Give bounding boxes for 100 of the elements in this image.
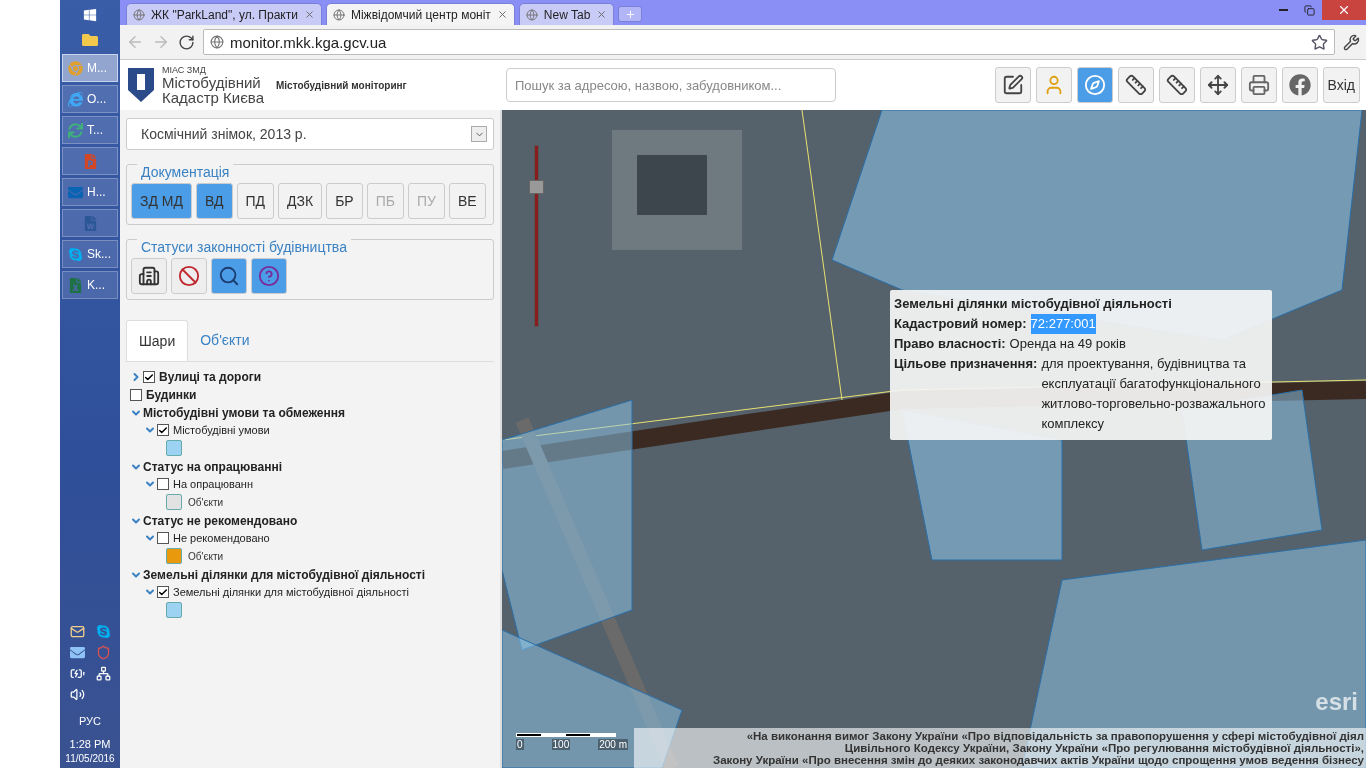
layer-label: Статус не рекомендовано [143, 514, 298, 528]
battery-icon[interactable] [69, 666, 85, 681]
attribution-text: «На виконання вимог Закону України «Про відповідальність за правопорушення у сфері містобудівної діял [746, 730, 1364, 742]
layer-label: Будинки [146, 388, 197, 402]
popup-title: Земельні ділянки містобудівної діяльності [894, 295, 1173, 313]
popup-field-label: Право власності: [894, 335, 1006, 353]
browser-tab[interactable]: ЖК "ParkLand", ул. Практи [126, 3, 322, 25]
envelope-icon[interactable] [69, 624, 85, 639]
folder-icon[interactable] [82, 32, 98, 48]
search-field[interactable]: Пошук за адресою, назвою, забудовником... [506, 68, 836, 102]
page-icon [133, 8, 145, 21]
logo-title: Містобудівний [162, 74, 262, 90]
map-tool-button[interactable] [1158, 67, 1195, 103]
filter-button[interactable]: БР [326, 183, 363, 219]
page-icon [525, 8, 538, 21]
taskbar-app[interactable]: H... [62, 178, 118, 206]
map-tool-button[interactable] [1281, 67, 1318, 103]
star-icon [1311, 33, 1328, 51]
reload-icon[interactable] [178, 33, 195, 51]
checkbox[interactable] [157, 424, 169, 436]
spreadsheet-file-icon [68, 277, 83, 293]
checkbox[interactable] [157, 586, 169, 598]
question-search-icon [258, 265, 280, 287]
layer-label: Статус на опрацюванні [143, 460, 282, 474]
search-icon [218, 265, 240, 287]
map-tool-button[interactable] [1240, 67, 1277, 103]
speaker-icon[interactable] [69, 687, 85, 702]
document-file-icon [82, 215, 98, 231]
print-icon [1247, 74, 1270, 96]
panel-tab[interactable]: Об'єкти [188, 320, 262, 361]
filter-button[interactable]: ВЕ [448, 183, 486, 219]
filter-button[interactable]: ВД [196, 183, 233, 219]
layer-label: Містобудівні умови та обмеження [143, 406, 345, 420]
layer-label: На опрацюванн [173, 478, 253, 490]
windows-logo-icon[interactable] [83, 8, 97, 22]
network-icon[interactable] [95, 666, 111, 681]
page-icon [332, 8, 345, 21]
zoom-slider-track[interactable] [534, 145, 539, 327]
globe-icon [210, 35, 224, 49]
filter-button[interactable]: ЗД МД [131, 183, 192, 219]
scale-label: 100 [551, 739, 571, 750]
checkbox[interactable] [157, 478, 169, 490]
layer-label: Вулиці та дороги [159, 370, 262, 384]
plus-icon [624, 8, 636, 20]
f-logo-icon [1288, 74, 1311, 96]
browser-tab[interactable]: New Tab [518, 3, 615, 25]
popup-field-label: Кадастровий номер: [894, 315, 1027, 333]
scale-bar-icon [516, 732, 616, 738]
s-logo-icon [68, 246, 83, 262]
clock-time: 1:28 PM [69, 738, 111, 750]
status-filter-button[interactable] [211, 258, 247, 294]
map-tool-button[interactable] [1117, 67, 1154, 103]
clock-date: 11/05/2016 [65, 753, 115, 764]
status-filter-button[interactable] [171, 258, 207, 294]
checkbox[interactable] [130, 389, 142, 401]
checkbox[interactable] [157, 532, 169, 544]
site-subtitle: Містобудівний моніторинг [275, 79, 407, 91]
status-filter-button[interactable] [251, 258, 287, 294]
attribution-text: Цивільного Кодексу України, Закону України «Про регулювання містобудівної діяльності», [844, 742, 1364, 754]
taskbar-app[interactable]: O... [62, 85, 118, 113]
login-button[interactable]: Вхід [1322, 67, 1360, 103]
scale-label: 0 [516, 739, 524, 750]
taskbar-app[interactable]: T... [62, 116, 118, 144]
s-logo-icon[interactable] [95, 624, 111, 639]
compass-icon [1083, 74, 1106, 96]
close-icon [496, 9, 508, 20]
map-tool-button[interactable] [994, 67, 1031, 103]
minimize-icon [1278, 9, 1288, 11]
close-icon [596, 9, 608, 20]
envelope-icon [68, 184, 83, 200]
slides-file-icon [82, 153, 98, 169]
e-logo-icon [68, 91, 83, 107]
new-tab-button[interactable] [618, 6, 643, 22]
crane-building-icon [138, 265, 160, 287]
settings-icon[interactable] [1343, 33, 1360, 51]
checkbox[interactable] [143, 371, 155, 383]
attribution-text: Закону України «Про внесення змін до деяких законодавчих актів України щодо спрощення умов ведення бізнесу [712, 754, 1364, 766]
scale-label: 200 m [598, 739, 628, 750]
taskbar-app[interactable]: K... [62, 271, 118, 299]
popup-field-value: Оренда на 49 років [1009, 335, 1126, 353]
address-bar[interactable]: monitor.mkk.kga.gcv.ua [203, 29, 1335, 55]
filter-button[interactable]: ДЗК [278, 183, 323, 219]
taskbar-app[interactable]: Sk... [62, 240, 118, 268]
panel-tab[interactable]: Шари [126, 320, 189, 361]
wheel-logo-icon [68, 60, 83, 76]
legend-label: Об'єкти [188, 496, 224, 508]
map-tool-button[interactable] [1199, 67, 1236, 103]
basemap-select[interactable]: Космічний знімок, 2013 р. [126, 118, 494, 150]
restore-icon [1303, 4, 1315, 16]
panel-legend: Статуси законності будівництва [137, 239, 351, 255]
ruler-icon [1124, 74, 1147, 96]
envelope-icon[interactable] [69, 645, 85, 660]
layer-label: Не рекомендовано [173, 532, 270, 544]
browser-tab[interactable]: Міжвідомчий центр моніт [325, 3, 515, 25]
filter-button[interactable]: ПД [236, 183, 275, 219]
popup-field-label: Цільове призначення: [894, 355, 1038, 373]
language-indicator[interactable]: РУС [79, 715, 101, 727]
popup-field-value: для проектування, будівництва та експлуатації багатофункціонального житлово-торговельно-розважального комплексу [1041, 355, 1267, 433]
map-logo: esri [1315, 688, 1358, 716]
status-filter-button[interactable] [131, 258, 167, 294]
